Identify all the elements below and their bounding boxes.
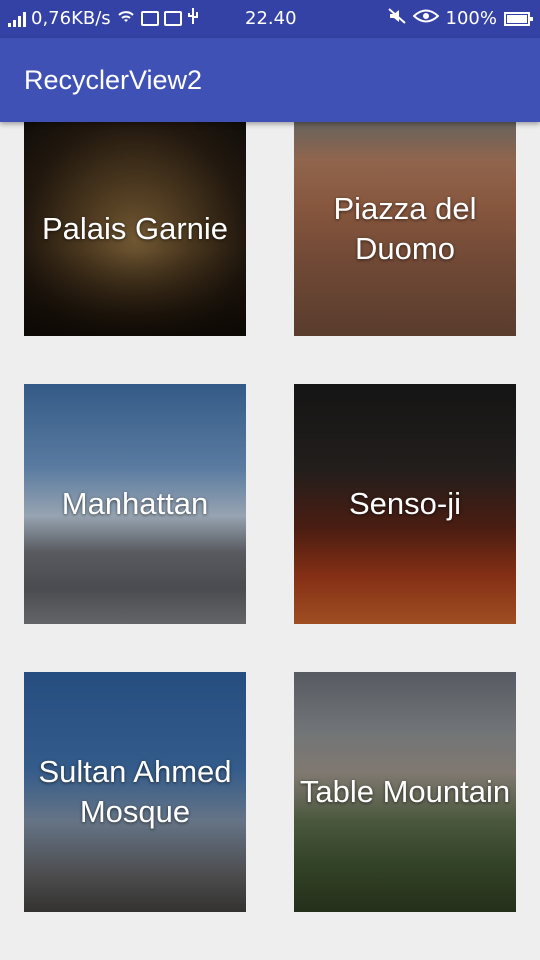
places-grid: Palais Garnie Piazza del Duomo Manhattan… <box>0 122 540 960</box>
status-clock: 22.40 <box>245 8 297 29</box>
battery-percent: 100% <box>445 8 497 29</box>
image-icon <box>163 11 182 26</box>
place-card-piazza-del-duomo[interactable]: Piazza del Duomo <box>294 122 516 336</box>
app-title: RecyclerView2 <box>24 65 203 95</box>
app-bar: RecyclerView2 <box>0 38 540 122</box>
network-speed: 0,76KB/s <box>31 8 111 29</box>
place-name: Piazza del Duomo <box>333 191 477 266</box>
status-bar: 0,76KB/s 22.40 100% <box>0 0 540 38</box>
place-name: Senso-ji <box>349 486 461 521</box>
place-name: Manhattan <box>61 486 209 521</box>
place-card-table-mountain[interactable]: Table Mountain <box>294 672 516 912</box>
place-card-sultan-ahmed-mosque[interactable]: Sultan Ahmed Mosque <box>24 672 246 912</box>
place-card-palais-garnie[interactable]: Palais Garnie <box>24 122 246 336</box>
place-name: Table Mountain <box>299 774 511 809</box>
eye-icon <box>412 8 440 29</box>
place-name: Palais Garnie <box>41 211 229 246</box>
place-card-manhattan[interactable]: Manhattan <box>24 384 246 624</box>
usb-icon <box>187 8 199 29</box>
message-icon <box>140 11 159 26</box>
status-right: 100% <box>387 8 533 29</box>
wifi-icon <box>116 8 136 29</box>
place-card-senso-ji[interactable]: Senso-ji <box>294 384 516 624</box>
battery-icon <box>504 11 533 26</box>
status-left: 0,76KB/s <box>8 8 199 29</box>
mute-icon <box>387 8 406 29</box>
cell-signal-icon <box>8 11 26 27</box>
place-name: Sultan Ahmed Mosque <box>38 754 232 829</box>
